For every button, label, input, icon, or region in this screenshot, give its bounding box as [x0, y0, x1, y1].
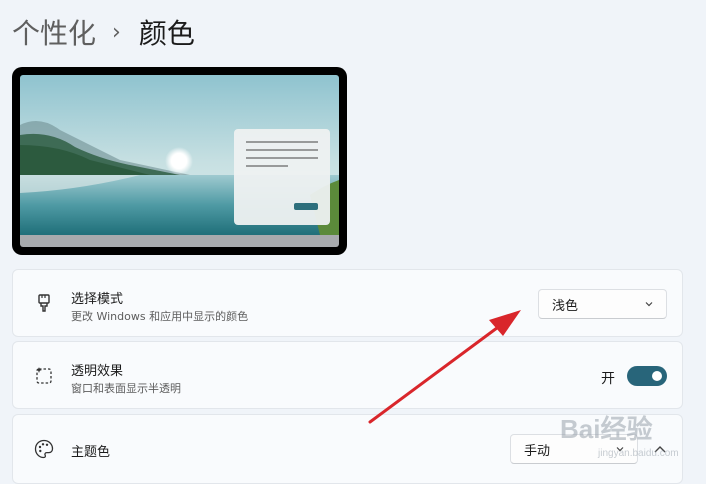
watermark-text: Bai经验: [560, 414, 652, 444]
transparency-description: 窗口和表面显示半透明: [71, 382, 181, 395]
breadcrumb-separator: ›: [112, 19, 121, 45]
transparency-title: 透明效果: [71, 364, 124, 379]
transparency-toggle[interactable]: [627, 366, 667, 386]
page-title: 颜色: [138, 17, 195, 50]
transparency-setting-card: 透明效果 窗口和表面显示半透明 开: [12, 341, 683, 409]
mode-dropdown-value: 浅色: [552, 298, 579, 314]
mode-description: 更改 Windows 和应用中显示的颜色: [71, 310, 249, 323]
palette-icon: [34, 439, 54, 459]
transparency-state-label: 开: [601, 371, 615, 387]
brush-icon: [38, 294, 50, 312]
breadcrumb: 个性化 › 颜色: [12, 10, 195, 54]
accent-color-title: 主题色: [71, 445, 111, 460]
preview-screen: [20, 75, 339, 247]
mode-setting-card: 选择模式 更改 Windows 和应用中显示的颜色 浅色: [12, 269, 683, 337]
baidu-watermark-logo: Bai经验 jingyan.baidu.com: [558, 404, 706, 464]
mode-dropdown[interactable]: 浅色: [538, 289, 667, 319]
theme-preview: [12, 67, 347, 255]
mode-title: 选择模式: [71, 292, 124, 307]
chevron-down-icon: [645, 302, 653, 307]
watermark-subtext: jingyan.baidu.com: [597, 448, 679, 459]
wallpaper-preview-image: [20, 75, 339, 247]
accent-color-dropdown-value: 手动: [524, 443, 551, 459]
breadcrumb-parent-personalization[interactable]: 个性化: [12, 12, 96, 52]
toggle-knob: [652, 371, 662, 381]
transparency-icon: [36, 367, 52, 384]
